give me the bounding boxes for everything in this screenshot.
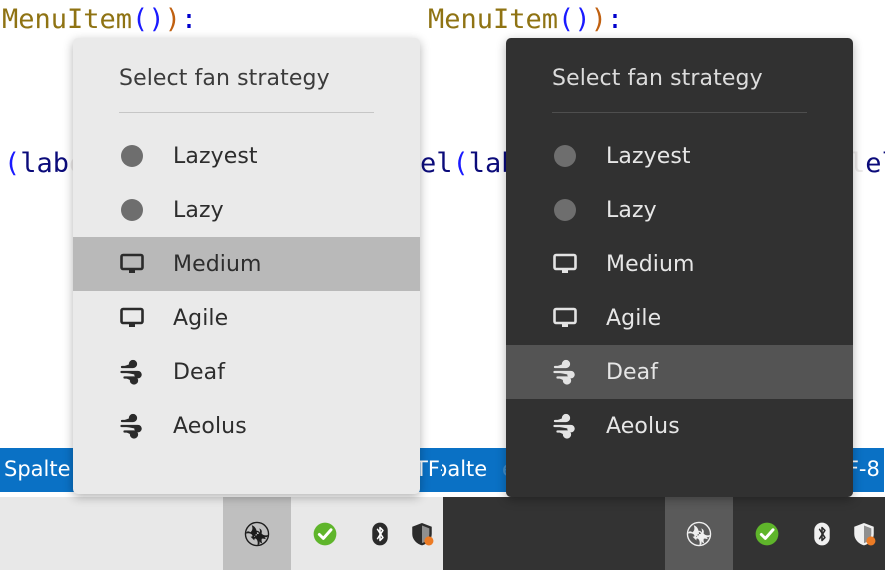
- system-tray-dark: [665, 497, 885, 570]
- menu-item-label: Lazy: [173, 197, 224, 223]
- tray-fan-control-icon-cell[interactable]: [222, 497, 291, 570]
- wind-icon: [119, 413, 145, 439]
- code-token-paren-close: ): [574, 4, 591, 35]
- code-line-right-1: MenuItem()):: [428, 4, 623, 35]
- menu-item-label: Lazy: [606, 197, 657, 223]
- monitor-icon: [552, 305, 578, 331]
- dialog-title: Select fan strategy: [552, 66, 763, 91]
- menu-item-label: Agile: [606, 305, 662, 331]
- screen: MenuItem()): MenuItem()): (label STRATEG…: [0, 0, 885, 570]
- menu-item-label: Deaf: [173, 359, 226, 385]
- code-token-paren-close-2: ): [164, 4, 181, 35]
- code-token-function: MenuItem: [2, 4, 133, 35]
- menu-item-label: Aeolus: [606, 413, 680, 439]
- tray-check-ok-icon-cell[interactable]: [733, 497, 801, 570]
- tray-bluetooth-icon-cell[interactable]: [801, 497, 843, 570]
- code-token-paren-open: (: [452, 148, 469, 179]
- code-token-paren-open: (: [558, 4, 575, 35]
- dialog-title: Select fan strategy: [119, 66, 330, 91]
- tray-fan-control-icon-cell[interactable]: [665, 497, 733, 570]
- menu-item-deaf[interactable]: Deaf: [73, 345, 420, 399]
- menu-item-label: Lazyest: [173, 143, 258, 169]
- menu-item-label: Aeolus: [173, 413, 247, 439]
- menu-item-label: Deaf: [606, 359, 659, 385]
- code-token-paren-open: (: [4, 148, 21, 179]
- code-token-colon: :: [180, 4, 198, 35]
- menu-item-medium[interactable]: Medium: [73, 237, 420, 291]
- tray-check-ok-icon-cell[interactable]: [291, 497, 359, 570]
- status-column-label[interactable]: palte: [442, 457, 487, 481]
- tray-bluetooth-icon-cell[interactable]: [359, 497, 401, 570]
- code-token-function: MenuItem: [428, 4, 559, 35]
- status-column-label[interactable]: Spalte: [4, 457, 71, 481]
- menu-item-label: Medium: [173, 251, 262, 277]
- fan-strategy-dialog-light[interactable]: Select fan strategy Lazyest Lazy Medium: [73, 38, 420, 494]
- menu-item-agile[interactable]: Agile: [506, 291, 853, 345]
- moon-icon: [119, 197, 145, 223]
- menu-item-label: Medium: [606, 251, 695, 277]
- menu-item-aeolus[interactable]: Aeolus: [506, 399, 853, 453]
- code-line-middle-2: el(lab: [420, 148, 518, 179]
- monitor-icon: [119, 251, 145, 277]
- code-token-identifier: el: [865, 148, 885, 179]
- fan-strategy-list-light: Lazyest Lazy Medium Agile Deaf Aeolus: [73, 129, 420, 453]
- moon-icon: [552, 143, 578, 169]
- menu-item-aeolus[interactable]: Aeolus: [73, 399, 420, 453]
- menu-item-deaf[interactable]: Deaf: [506, 345, 853, 399]
- menu-item-lazyest[interactable]: Lazyest: [73, 129, 420, 183]
- code-token-paren-open: (: [132, 4, 149, 35]
- system-tray-light: [222, 497, 443, 570]
- moon-icon: [119, 143, 145, 169]
- bluetooth-icon[interactable]: [809, 521, 835, 547]
- code-token-identifier: el: [420, 148, 453, 179]
- monitor-icon: [552, 251, 578, 277]
- shield-warning-icon[interactable]: [851, 521, 877, 547]
- code-token-paren-close: ): [148, 4, 165, 35]
- taskbar: [0, 497, 885, 570]
- taskbar-left: [0, 497, 443, 570]
- menu-item-agile[interactable]: Agile: [73, 291, 420, 345]
- fan-strategy-list-dark: Lazyest Lazy Medium Agile Deaf Aeolus: [506, 129, 853, 453]
- menu-item-label: Lazyest: [606, 143, 691, 169]
- wind-icon: [119, 359, 145, 385]
- fan-control-icon[interactable]: [686, 521, 712, 547]
- menu-item-medium[interactable]: Medium: [506, 237, 853, 291]
- fan-strategy-dialog-dark[interactable]: Select fan strategy Lazyest Lazy Medium: [506, 38, 853, 497]
- moon-icon: [552, 197, 578, 223]
- tray-shield-warning-icon-cell[interactable]: [843, 497, 885, 570]
- code-token-paren-close-2: ): [590, 4, 607, 35]
- menu-item-lazy[interactable]: Lazy: [73, 183, 420, 237]
- menu-item-lazy[interactable]: Lazy: [506, 183, 853, 237]
- dialog-separator: [119, 112, 374, 113]
- taskbar-right: [442, 497, 885, 570]
- menu-item-label: Agile: [173, 305, 229, 331]
- menu-item-lazyest[interactable]: Lazyest: [506, 129, 853, 183]
- check-ok-icon[interactable]: [312, 521, 338, 547]
- bluetooth-icon[interactable]: [367, 521, 393, 547]
- shield-warning-icon[interactable]: [409, 521, 435, 547]
- code-token-identifier: lab: [20, 148, 70, 179]
- wind-icon: [552, 359, 578, 385]
- wind-icon: [552, 413, 578, 439]
- fan-control-icon[interactable]: [244, 521, 270, 547]
- check-ok-icon[interactable]: [754, 521, 780, 547]
- dialog-separator: [552, 112, 807, 113]
- code-line-left-1: MenuItem()):: [2, 4, 197, 35]
- code-token-colon: :: [606, 4, 624, 35]
- tray-shield-warning-icon-cell[interactable]: [401, 497, 443, 570]
- monitor-icon: [119, 305, 145, 331]
